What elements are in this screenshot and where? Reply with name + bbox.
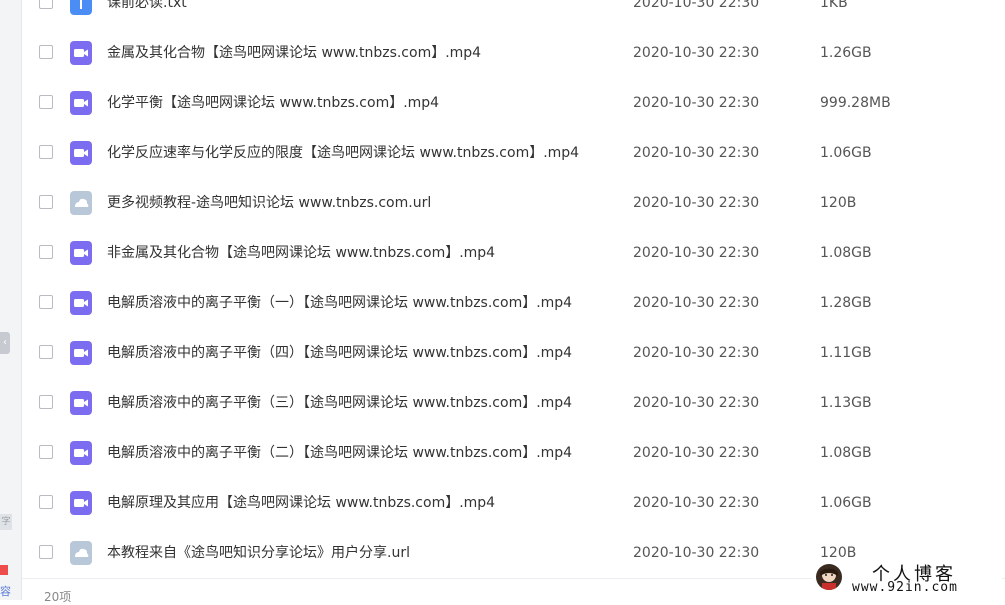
video-file-icon (70, 291, 92, 315)
row-checkbox[interactable] (39, 395, 53, 409)
file-date: 2020-10-30 22:30 (633, 45, 760, 61)
file-name[interactable]: 电解质溶液中的离子平衡（三）【途鸟吧网课论坛 www.tnbzs.com】.mp… (107, 378, 572, 428)
collapse-sidebar-handle[interactable]: ‹ (0, 332, 10, 354)
file-name[interactable]: 非金属及其化合物【途鸟吧网课论坛 www.tnbzs.com】.mp4 (107, 228, 495, 278)
row-checkbox[interactable] (39, 195, 53, 209)
video-file-icon (70, 491, 92, 515)
file-date: 2020-10-30 22:30 (633, 495, 760, 511)
file-name[interactable]: 金属及其化合物【途鸟吧网课论坛 www.tnbzs.com】.mp4 (107, 28, 481, 78)
row-checkbox[interactable] (39, 0, 53, 9)
file-size: 1.26GB (820, 45, 872, 61)
file-size: 1KB (820, 0, 848, 11)
file-date: 2020-10-30 22:30 (633, 0, 760, 11)
file-date: 2020-10-30 22:30 (633, 395, 760, 411)
file-name[interactable]: 电解质溶液中的离子平衡（一）【途鸟吧网课论坛 www.tnbzs.com】.mp… (107, 278, 572, 328)
link-file-icon (70, 191, 92, 215)
file-date: 2020-10-30 22:30 (633, 295, 760, 311)
file-size: 120B (820, 195, 857, 211)
file-size: 1.06GB (820, 495, 872, 511)
file-size: 1.08GB (820, 245, 872, 261)
file-list: 课前必读.txt 2020-10-30 22:30 1KB 金属及其化合物【途鸟吧网课… (22, 0, 1005, 578)
file-row[interactable]: 电解原理及其应用【途鸟吧网课论坛 www.tnbzs.com】.mp4 2020-… (22, 478, 1005, 528)
file-row[interactable]: 电解质溶液中的离子平衡（四）【途鸟吧网课论坛 www.tnbzs.com】.mp… (22, 328, 1005, 378)
row-checkbox[interactable] (39, 495, 53, 509)
file-size: 1.06GB (820, 145, 872, 161)
video-file-icon (70, 391, 92, 415)
file-row[interactable]: 电解质溶液中的离子平衡（三）【途鸟吧网课论坛 www.tnbzs.com】.mp… (22, 378, 1005, 428)
file-date: 2020-10-30 22:30 (633, 145, 760, 161)
file-row[interactable]: 电解质溶液中的离子平衡（一）【途鸟吧网课论坛 www.tnbzs.com】.mp… (22, 278, 1005, 328)
file-size: 1.08GB (820, 445, 872, 461)
watermark-url: www.92in.com (852, 580, 958, 595)
link-file-icon (70, 541, 92, 565)
sidebar-red-mark (0, 565, 8, 575)
file-date: 2020-10-30 22:30 (633, 95, 760, 111)
file-date: 2020-10-30 22:30 (633, 545, 760, 561)
file-size: 1.11GB (820, 345, 872, 361)
file-name[interactable]: 电解原理及其应用【途鸟吧网课论坛 www.tnbzs.com】.mp4 (107, 478, 495, 528)
text-file-icon (70, 0, 92, 15)
sidebar-mark: 字 (0, 514, 12, 530)
row-checkbox[interactable] (39, 445, 53, 459)
file-row[interactable]: 电解质溶液中的离子平衡（二）【途鸟吧网课论坛 www.tnbzs.com】.mp… (22, 428, 1005, 478)
video-file-icon (70, 441, 92, 465)
row-checkbox[interactable] (39, 545, 53, 559)
watermark-avatar (816, 564, 842, 590)
file-name[interactable]: 化学反应速率与化学反应的限度【途鸟吧网课论坛 www.tnbzs.com】.mp… (107, 128, 579, 178)
file-date: 2020-10-30 22:30 (633, 445, 760, 461)
video-file-icon (70, 41, 92, 65)
sidebar-text-mark: 容 (0, 585, 11, 598)
file-name[interactable]: 电解质溶液中的离子平衡（二）【途鸟吧网课论坛 www.tnbzs.com】.mp… (107, 428, 572, 478)
file-date: 2020-10-30 22:30 (633, 245, 760, 261)
row-checkbox[interactable] (39, 345, 53, 359)
file-date: 2020-10-30 22:30 (633, 345, 760, 361)
file-row[interactable]: 化学平衡【途鸟吧网课论坛 www.tnbzs.com】.mp4 2020-10-3… (22, 78, 1005, 128)
file-name[interactable]: 化学平衡【途鸟吧网课论坛 www.tnbzs.com】.mp4 (107, 78, 439, 128)
row-checkbox[interactable] (39, 45, 53, 59)
file-row[interactable]: 更多视频教程-途鸟吧知识论坛 www.tnbzs.com.url 2020-10-… (22, 178, 1005, 228)
row-checkbox[interactable] (39, 295, 53, 309)
file-row[interactable]: 金属及其化合物【途鸟吧网课论坛 www.tnbzs.com】.mp4 2020-1… (22, 28, 1005, 78)
file-row[interactable]: 课前必读.txt 2020-10-30 22:30 1KB (22, 0, 1005, 28)
file-name[interactable]: 课前必读.txt (107, 0, 187, 28)
video-file-icon (70, 341, 92, 365)
file-size: 999.28MB (820, 95, 891, 111)
file-size: 1.28GB (820, 295, 872, 311)
file-name[interactable]: 本教程来自《途鸟吧知识分享论坛》用户分享.url (107, 528, 410, 578)
file-size: 1.13GB (820, 395, 872, 411)
video-file-icon (70, 91, 92, 115)
file-date: 2020-10-30 22:30 (633, 195, 760, 211)
file-row[interactable]: 化学反应速率与化学反应的限度【途鸟吧网课论坛 www.tnbzs.com】.mp… (22, 128, 1005, 178)
item-count: 20项 (44, 590, 72, 604)
row-checkbox[interactable] (39, 245, 53, 259)
file-name[interactable]: 电解质溶液中的离子平衡（四）【途鸟吧网课论坛 www.tnbzs.com】.mp… (107, 328, 572, 378)
video-file-icon (70, 241, 92, 265)
row-checkbox[interactable] (39, 145, 53, 159)
video-file-icon (70, 141, 92, 165)
row-checkbox[interactable] (39, 95, 53, 109)
left-sidebar-strip: ‹ 字 容 (0, 0, 22, 600)
blog-watermark: 个人博客 www.92in.com (812, 560, 1002, 598)
file-name[interactable]: 更多视频教程-途鸟吧知识论坛 www.tnbzs.com.url (107, 178, 431, 228)
file-row[interactable]: 非金属及其化合物【途鸟吧网课论坛 www.tnbzs.com】.mp4 2020-… (22, 228, 1005, 278)
